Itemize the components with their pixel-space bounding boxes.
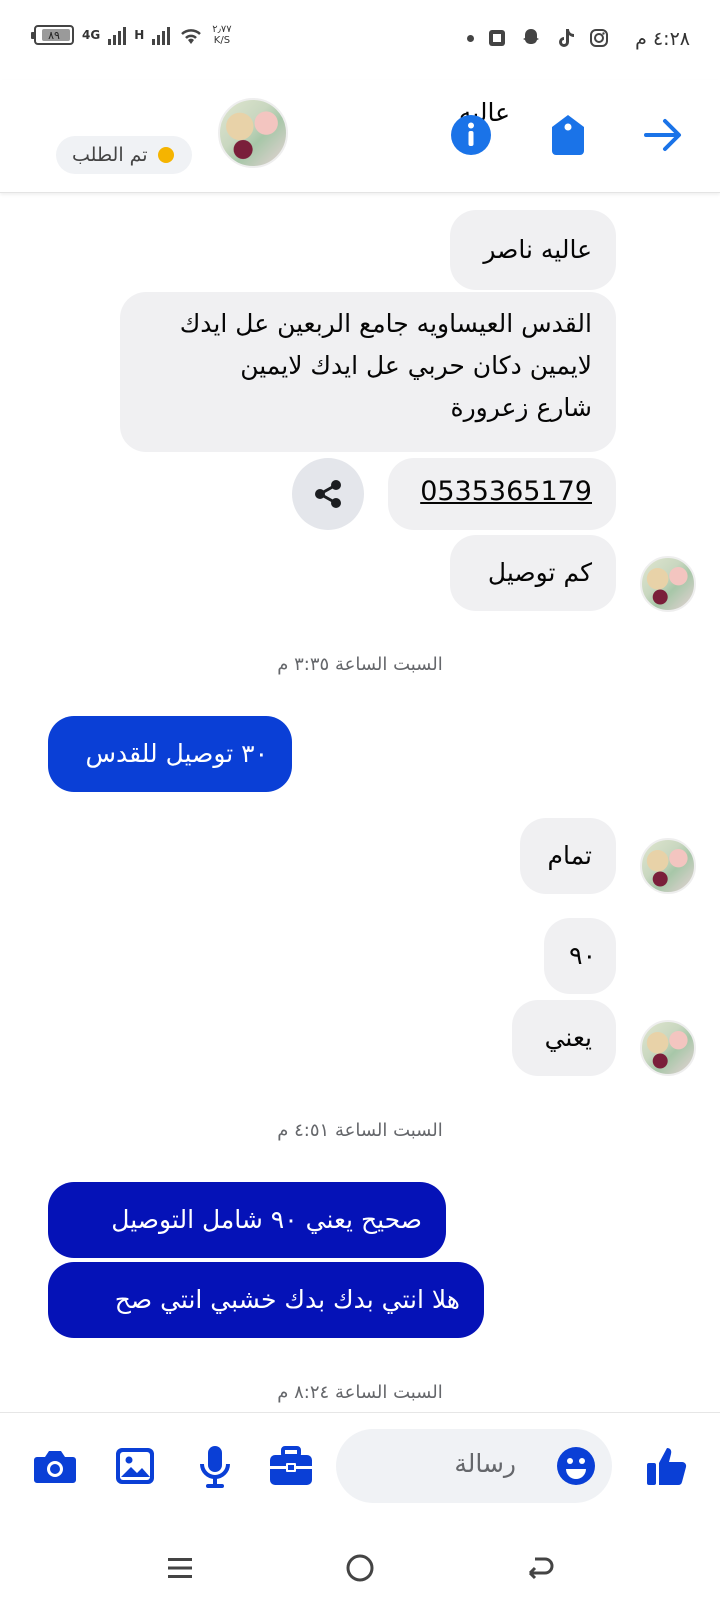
message-line: لايمين دكان حربي عل ايدك لايمين (240, 351, 592, 380)
message-bubble-incoming[interactable]: عاليه ناصر (450, 210, 616, 290)
info-icon (451, 115, 491, 155)
voice-button[interactable] (190, 1441, 240, 1491)
briefcase-icon (270, 1446, 312, 1485)
message-text: يعني (544, 1023, 592, 1052)
network-speed: ٢٫٧٧ K/S (212, 24, 231, 46)
message-line: شارع زعرورة (450, 393, 592, 422)
message-bubble-incoming[interactable]: كم توصيل (450, 535, 616, 611)
order-status-label: تم الطلب (72, 144, 148, 166)
sender-avatar[interactable] (640, 838, 696, 894)
camera-button[interactable] (30, 1441, 80, 1491)
status-dot-icon (157, 147, 174, 163)
message-text: تمام (547, 841, 592, 870)
recent-apps-button[interactable] (160, 1548, 200, 1588)
forward-button[interactable] (640, 112, 686, 158)
menu-icon (168, 1558, 192, 1578)
label-button[interactable] (545, 112, 591, 158)
back-button[interactable] (520, 1548, 560, 1588)
message-text: صحيح يعني ٩٠ شامل التوصيل (111, 1205, 422, 1234)
sender-avatar[interactable] (640, 1020, 696, 1076)
order-status-badge[interactable]: تم الطلب (56, 136, 192, 174)
status-bar: ٤:٢٨ م ٨٩ 4G H ٢٫٧٧ K/S (0, 0, 720, 80)
network-type-4g: 4G (82, 28, 101, 42)
conversation-header: عاليه تم الطلب (0, 80, 720, 193)
timestamp-divider: السبت الساعة ٨:٢٤ م (277, 1382, 443, 1403)
message-bubble-incoming[interactable]: ٩٠ (544, 918, 616, 994)
message-bubble-incoming[interactable]: تمام (520, 818, 616, 894)
system-navigation-bar (0, 1530, 720, 1612)
message-bubble-outgoing[interactable]: ٣٠ توصيل للقدس (48, 716, 292, 792)
message-placeholder: رسالة (454, 1449, 516, 1478)
forward-arrow-icon (644, 119, 681, 151)
snapchat-icon (523, 29, 539, 44)
microphone-icon (200, 1446, 230, 1488)
message-list: عاليه ناصر القدس العيساويه جامع الربعين … (0, 193, 720, 1412)
status-notification-icons (467, 27, 610, 49)
message-bubble-incoming[interactable]: يعني (512, 1000, 616, 1076)
home-circle-icon (346, 1554, 374, 1582)
battery-icon: ٨٩ (31, 25, 74, 45)
network-type-h: H (134, 28, 145, 42)
phone-number-bubble[interactable]: 0535365179 (388, 458, 616, 530)
message-composer: رسالة (0, 1412, 720, 1531)
emoji-icon[interactable] (556, 1446, 596, 1486)
image-icon (116, 1448, 154, 1484)
app-icon (489, 30, 505, 46)
gallery-button[interactable] (110, 1441, 160, 1491)
message-text: ٣٠ توصيل للقدس (85, 739, 268, 768)
home-button[interactable] (340, 1548, 380, 1588)
signal-bars-icon (108, 25, 127, 45)
message-input[interactable]: رسالة (336, 1429, 612, 1503)
timestamp-divider: السبت الساعة ٣:٣٥ م (277, 654, 443, 675)
share-icon (315, 480, 341, 508)
sender-avatar[interactable] (640, 556, 696, 612)
thumbs-up-icon (647, 1448, 687, 1486)
message-bubble-incoming[interactable]: القدس العيساويه جامع الربعين عل ايدك لاي… (120, 292, 616, 452)
message-text: عاليه ناصر (483, 235, 592, 264)
message-bubble-outgoing[interactable]: هلا انتي بدك بدك خشبي انتي صح (48, 1262, 484, 1338)
wifi-icon (181, 29, 202, 44)
battery-level: ٨٩ (48, 28, 60, 42)
share-button[interactable] (292, 458, 364, 530)
business-tools-button[interactable] (266, 1441, 316, 1491)
like-button[interactable] (642, 1441, 692, 1491)
message-text: ٩٠ (569, 941, 596, 970)
tag-icon (552, 115, 584, 155)
dot-icon (467, 34, 474, 42)
instagram-icon (590, 29, 608, 47)
camera-icon (34, 1451, 76, 1483)
timestamp-divider: السبت الساعة ٤:٥١ م (277, 1120, 443, 1141)
message-line: القدس العيساويه جامع الربعين عل ايدك (179, 309, 592, 338)
tiktok-icon (559, 29, 574, 47)
status-time: ٤:٢٨ م (635, 28, 690, 50)
speed-value: ٢٫٧٧ (212, 24, 232, 35)
status-system-icons: ٨٩ 4G H ٢٫٧٧ K/S (31, 24, 232, 46)
signal-bars-icon-2 (152, 25, 171, 45)
message-text: كم توصيل (487, 558, 592, 587)
phone-number-link[interactable]: 0535365179 (420, 476, 592, 507)
back-icon (528, 1557, 554, 1580)
speed-unit: K/S (213, 35, 231, 46)
message-text: هلا انتي بدك بدك خشبي انتي صح (114, 1285, 460, 1314)
contact-avatar[interactable] (218, 98, 288, 168)
message-bubble-outgoing[interactable]: صحيح يعني ٩٠ شامل التوصيل (48, 1182, 446, 1258)
info-button[interactable] (448, 112, 494, 158)
